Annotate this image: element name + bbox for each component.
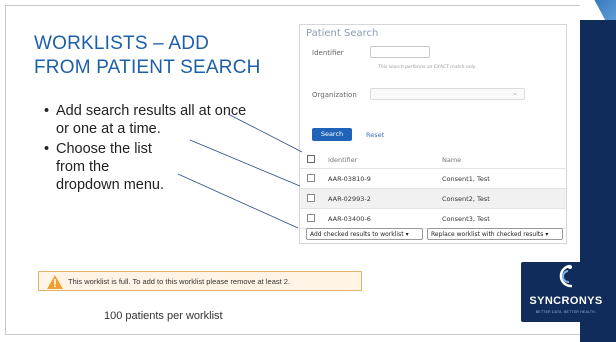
chevron-down-icon: ▾ [405, 231, 409, 238]
column-header-name: Name [442, 156, 462, 164]
add-to-worklist-select[interactable]: Add checked results to worklist ▾ [306, 228, 423, 240]
results-table: Identifier Name AAR-03810-9 Consent1, Te… [300, 150, 566, 229]
slide: WORKLISTS – ADD FROM PATIENT SEARCH • Ad… [5, 5, 609, 335]
identifier-hint: This search performs an EXACT match only… [378, 65, 477, 70]
slide-title: WORKLISTS – ADD FROM PATIENT SEARCH [34, 32, 284, 80]
worklist-full-alert: This worklist is full. To add to this wo… [38, 271, 362, 291]
chevron-down-icon: ⌄ [512, 89, 518, 97]
search-button[interactable]: Search [312, 128, 352, 141]
bullet-line: or one at a time. [56, 121, 161, 137]
table-row: AAR-03810-9 Consent1, Test [300, 169, 566, 189]
syncronys-logo-icon [559, 264, 573, 288]
column-header-identifier: Identifier [328, 156, 358, 164]
replace-worklist-select[interactable]: Replace worklist with checked results ▾ [427, 228, 563, 240]
row-checkbox[interactable] [307, 174, 315, 182]
alert-message: This worklist is full. To add to this wo… [68, 277, 291, 286]
row-name: Consent1, Test [442, 175, 490, 183]
bullet-line: from the [56, 159, 110, 175]
add-to-worklist-label: Add checked results to worklist [310, 231, 404, 238]
reset-link[interactable]: Reset [366, 131, 384, 139]
organization-label: Organization [312, 91, 357, 99]
table-row: AAR-03400-6 Consent3, Test [300, 209, 566, 229]
identifier-label: Identifier [312, 49, 344, 57]
warning-triangle-icon [47, 275, 63, 289]
brand-tagline: BETTER DATA. BETTER HEALTH. [535, 310, 597, 314]
replace-worklist-label: Replace worklist with checked results [431, 231, 544, 238]
brand-logo-block: SYNCRONYS BETTER DATA. BETTER HEALTH. [521, 262, 611, 322]
row-name: Consent3, Test [442, 215, 490, 223]
table-row: AAR-02993-2 Consent2, Test [300, 189, 566, 209]
patient-search-panel: Patient Search Identifier This search pe… [299, 24, 567, 244]
panel-title: Patient Search [306, 28, 379, 39]
bullet-line: Add search results all at once [56, 103, 247, 119]
row-name: Consent2, Test [442, 195, 490, 203]
identifier-input[interactable] [370, 46, 430, 58]
bullet-item: • Add search results all at once or one … [44, 102, 294, 138]
bullet-dot-icon: • [44, 141, 50, 157]
table-header-row: Identifier Name [300, 150, 566, 169]
select-all-checkbox[interactable] [307, 155, 315, 163]
bullet-line: Choose the list [56, 141, 152, 157]
organization-select[interactable]: ⌄ [370, 88, 525, 100]
row-identifier: AAR-02993-2 [328, 195, 371, 203]
bullet-line: dropdown menu. [56, 177, 165, 193]
row-checkbox[interactable] [307, 194, 315, 202]
row-identifier: AAR-03810-9 [328, 175, 371, 183]
slide-title-line: FROM PATIENT SEARCH [34, 57, 261, 78]
slide-title-line: WORKLISTS – ADD [34, 33, 210, 54]
bullet-list: • Add search results all at once or one … [44, 102, 294, 195]
brand-name: SYNCRONYS [529, 295, 603, 307]
caption: 100 patients per worklist [104, 310, 223, 322]
chevron-down-icon: ▾ [545, 231, 549, 238]
bullet-item: • Choose the list from the dropdown menu… [44, 140, 294, 194]
row-checkbox[interactable] [307, 214, 315, 222]
bullet-dot-icon: • [44, 103, 50, 119]
row-identifier: AAR-03400-6 [328, 215, 371, 223]
